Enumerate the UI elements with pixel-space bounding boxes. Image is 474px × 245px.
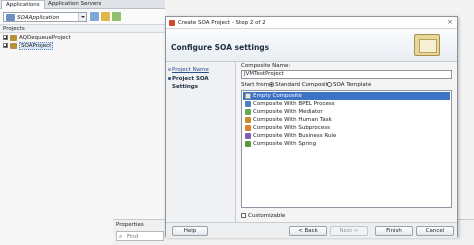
create-soa-project-dialog: Create SOA Project - Step 2 of 2 × Confi… <box>165 16 458 238</box>
applications-panel: Applications Application Servers SOAAppl… <box>0 0 165 245</box>
subprocess-icon <box>245 125 251 131</box>
find-placeholder: Find <box>127 234 139 240</box>
radio-standard-composite-label: Standard Composite <box>275 82 332 88</box>
list-item-label: Composite With Human Task <box>253 117 332 123</box>
radio-selected-icon[interactable] <box>269 82 274 87</box>
step-bullet-icon <box>168 77 171 80</box>
business-rule-icon <box>245 133 251 139</box>
list-item[interactable]: Composite With Mediator <box>243 108 450 116</box>
list-item-label: Composite With BPEL Process <box>253 101 335 107</box>
customizable-label: Customizable <box>248 213 286 219</box>
application-icon <box>6 14 15 21</box>
next-button[interactable]: Next > <box>330 226 368 236</box>
filter-icon[interactable] <box>112 12 121 21</box>
help-button[interactable]: Help <box>172 226 208 236</box>
properties-find-field[interactable]: ⌕ Find <box>116 231 164 241</box>
list-item-label: Composite With Subprocess <box>253 125 330 131</box>
expand-icon[interactable] <box>3 43 8 48</box>
step-bullet-icon <box>168 68 171 71</box>
radio-standard-composite[interactable]: Standard Composite <box>269 82 331 89</box>
radio-soa-template[interactable]: SOA Template <box>327 82 371 89</box>
wizard-banner-icon <box>414 34 440 56</box>
list-item-label: Empty Composite <box>253 93 302 99</box>
list-item[interactable]: Composite With Business Rule <box>243 132 450 140</box>
tree-item-soaproject[interactable]: SOAProject <box>3 42 54 50</box>
customizable-checkbox[interactable]: Customizable <box>241 212 285 220</box>
soa-settings-form: Composite Name: JVMTestProject Start fro… <box>238 62 457 222</box>
bpel-icon <box>245 101 251 107</box>
dialog-footer: Help < Back Next > Finish Cancel <box>166 222 457 238</box>
spring-icon <box>245 141 251 147</box>
search-icon: ⌕ <box>119 233 123 240</box>
mediator-icon <box>245 109 251 115</box>
expand-icon[interactable] <box>3 35 8 40</box>
list-item[interactable]: Composite With Subprocess <box>243 124 450 132</box>
list-item[interactable]: Empty Composite <box>243 92 450 100</box>
back-button[interactable]: < Back <box>289 226 327 236</box>
radio-unselected-icon[interactable] <box>327 82 332 87</box>
list-item[interactable]: Composite With Spring <box>243 140 450 148</box>
list-item[interactable]: Composite With Human Task <box>243 116 450 124</box>
radio-soa-template-label: SOA Template <box>333 82 372 88</box>
chevron-down-icon[interactable] <box>78 13 86 21</box>
soa-app-icon <box>169 20 175 26</box>
panel-tabbar: Applications Application Servers <box>0 0 165 9</box>
projects-header[interactable]: Projects <box>0 25 165 33</box>
empty-composite-icon <box>245 93 251 99</box>
human-task-icon <box>245 117 251 123</box>
start-from-label: Start from: <box>241 82 271 88</box>
list-item-label: Composite With Spring <box>253 141 317 147</box>
composite-name-label: Composite Name: <box>241 63 291 69</box>
dialog-title: Create SOA Project - Step 2 of 2 <box>178 20 266 26</box>
properties-title: Properties <box>116 222 144 228</box>
tab-application-servers[interactable]: Application Servers <box>44 0 105 9</box>
tree-item-aqdequeueproject[interactable]: AQDequeueProject <box>3 34 71 42</box>
tree-item-label: AQDequeueProject <box>19 35 71 41</box>
dialog-banner: Configure SOA settings <box>166 29 457 62</box>
banner-title: Configure SOA settings <box>171 43 270 52</box>
list-item-label: Composite With Business Rule <box>253 133 337 139</box>
step-project-name[interactable]: Project Name <box>172 66 209 74</box>
new-project-icon[interactable] <box>90 12 99 21</box>
open-icon[interactable] <box>101 12 110 21</box>
project-icon <box>10 34 17 41</box>
checkbox-unchecked-icon[interactable] <box>241 213 246 218</box>
application-selector-value: SOAApplication <box>17 15 60 21</box>
list-item-label: Composite With Mediator <box>253 109 323 115</box>
project-icon <box>10 42 17 49</box>
application-selector[interactable]: SOAApplication <box>3 12 87 22</box>
close-icon[interactable]: × <box>447 18 453 27</box>
projects-label: Projects <box>3 26 25 32</box>
step-project-soa-settings[interactable]: Project SOA Settings <box>172 75 235 91</box>
list-item[interactable]: Composite With BPEL Process <box>243 100 450 108</box>
wizard-steps-nav: Project Name Project SOA Settings <box>166 62 236 222</box>
tree-item-label: SOAProject <box>19 42 54 50</box>
dialog-title-bar[interactable]: Create SOA Project - Step 2 of 2 × <box>166 17 457 29</box>
composite-name-field[interactable]: JVMTestProject <box>241 70 452 79</box>
composite-template-list[interactable]: Empty Composite Composite With BPEL Proc… <box>241 90 452 208</box>
cancel-button[interactable]: Cancel <box>416 226 454 236</box>
tab-applications[interactable]: Applications <box>1 0 45 9</box>
finish-button[interactable]: Finish <box>375 226 413 236</box>
